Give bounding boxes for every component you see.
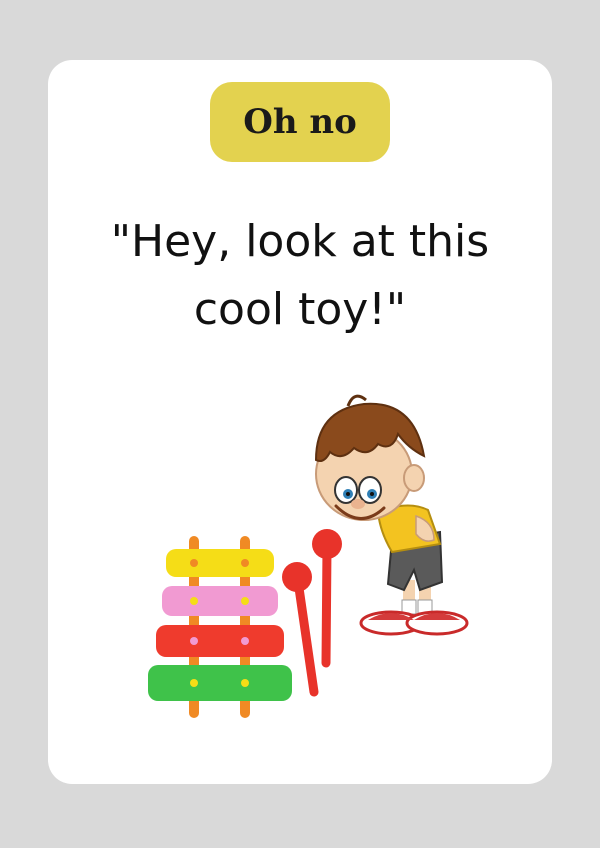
- xylophone-bar-pink: [162, 586, 278, 616]
- boy-character: [314, 394, 469, 636]
- illustration: [148, 394, 469, 718]
- xylophone-toy: [148, 536, 292, 718]
- card: Oh no "Hey, look at this cool toy!": [48, 60, 552, 784]
- xylophone-bar-green: [148, 665, 292, 701]
- xylophone-bar-red: [156, 625, 284, 657]
- mallets: [282, 529, 342, 697]
- xylophone-bar-yellow: [166, 549, 274, 577]
